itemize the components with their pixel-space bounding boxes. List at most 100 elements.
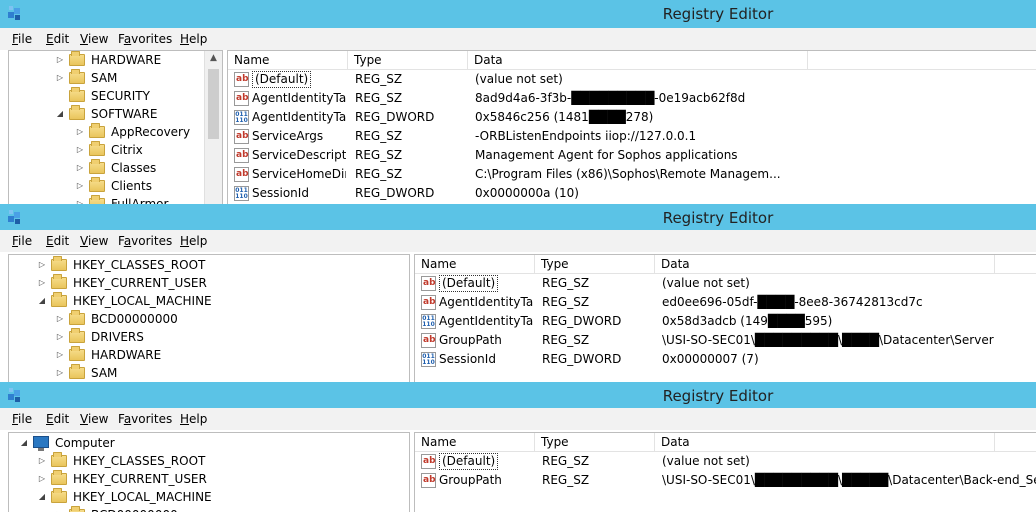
table-row[interactable]: ab GroupPath REG_SZ \USI-SO-SEC01\█████████… (415, 331, 1036, 350)
value-type: REG_SZ (355, 167, 403, 181)
collapsed-arrow-icon[interactable]: ▷ (55, 51, 65, 69)
column-header-name[interactable]: Name (415, 433, 535, 451)
title-bar[interactable]: Registry Editor (0, 204, 1036, 230)
table-row[interactable]: ab GroupPath REG_SZ \USI-SO-SEC01\█████████… (415, 471, 1036, 490)
menu-help[interactable]: Help (180, 234, 207, 248)
collapsed-arrow-icon[interactable]: ▷ (55, 310, 65, 328)
value-data: Management Agent for Sophos applications (475, 148, 738, 162)
menu-help[interactable]: Help (180, 32, 207, 46)
menu-file[interactable]: File (12, 234, 32, 248)
column-header-data[interactable]: Data (655, 255, 995, 273)
values-list[interactable]: Name Type Data ab (Default) REG_SZ (value not … (414, 432, 1036, 512)
value-data: -ORBListenEndpoints iiop://127.0.0.1 (475, 129, 697, 143)
reg-binary-icon: 011 110 (234, 110, 249, 125)
table-row[interactable]: ab (Default) REG_SZ (value not set) (415, 274, 1036, 293)
expanded-arrow-icon[interactable]: ◢ (19, 434, 29, 452)
column-header-name[interactable]: Name (228, 51, 348, 69)
value-name: ServiceDescripti... (252, 148, 346, 162)
folder-icon (89, 159, 105, 174)
value-type: REG_SZ (542, 473, 590, 487)
folder-icon (51, 256, 67, 271)
table-row[interactable]: ab AgentIdentityTag REG_SZ 8ad9d4a6-3f3b-██… (228, 89, 1036, 108)
table-row[interactable]: 011110AgentIdentityTa... REG_DWORD 0x58d3a… (415, 312, 1036, 331)
reg-binary-icon: 011 110 (421, 314, 436, 329)
folder-icon (51, 292, 67, 307)
menu-help[interactable]: Help (180, 412, 207, 426)
value-data: \USI-SO-SEC01\█████████\████\Datacenter\… (662, 333, 994, 347)
table-row[interactable]: ab AgentIdentityTag REG_SZ ed0ee696-05df-██… (415, 293, 1036, 312)
collapsed-arrow-icon[interactable]: ▷ (75, 177, 85, 195)
menu-favorites[interactable]: Favorites (118, 412, 172, 426)
column-header-data[interactable]: Data (655, 433, 995, 451)
column-header-type[interactable]: Type (348, 51, 468, 69)
menu-view[interactable]: View (80, 412, 108, 426)
collapsed-arrow-icon[interactable]: ▷ (75, 195, 85, 204)
tree-node-label: HKEY_CLASSES_ROOT (73, 454, 206, 468)
title-bar[interactable]: Registry Editor (0, 0, 1036, 28)
scroll-up-arrow-icon[interactable]: ▲ (205, 53, 222, 63)
value-name: ServiceHomeDir (252, 167, 346, 181)
expanded-arrow-icon[interactable]: ◢ (37, 292, 47, 310)
collapsed-arrow-icon[interactable]: ▷ (37, 470, 47, 488)
key-tree[interactable]: ▷ HARDWARE ▷ SAM SECURITY ◢ SOFTWARE ▷ AppRecove… (8, 50, 223, 204)
folder-icon (69, 87, 85, 102)
key-tree[interactable]: ◢ Computer ▷ HKEY_CLASSES_ROOT ▷ HKEY_CURRENT… (8, 432, 410, 512)
menu-file[interactable]: File (12, 32, 32, 46)
column-header-type[interactable]: Type (535, 433, 655, 451)
table-row[interactable]: abServiceDescripti... REG_SZ Management Ag… (228, 146, 1036, 165)
collapsed-arrow-icon[interactable]: ▷ (55, 328, 65, 346)
menu-view[interactable]: View (80, 32, 108, 46)
menu-bar: File Edit View Favorites Help (0, 28, 1036, 50)
tree-node-label: AppRecovery (111, 125, 191, 139)
value-name: SessionId (439, 352, 496, 366)
collapsed-arrow-icon[interactable]: ▷ (55, 346, 65, 364)
values-list[interactable]: Name Type Data ab (Default) REG_SZ (value not … (227, 50, 1036, 204)
value-type: REG_DWORD (355, 110, 435, 124)
column-header-data[interactable]: Data (468, 51, 808, 69)
collapsed-arrow-icon[interactable]: ▷ (75, 159, 85, 177)
column-header-type[interactable]: Type (535, 255, 655, 273)
collapsed-arrow-icon[interactable]: ▷ (75, 141, 85, 159)
tree-node-label: SAM (91, 71, 118, 85)
table-row[interactable]: ab ServiceHomeDir REG_SZ C:\Program Files (… (228, 165, 1036, 184)
reg-string-icon: ab (234, 129, 249, 144)
value-type: REG_DWORD (542, 352, 622, 366)
menu-edit[interactable]: Edit (46, 412, 69, 426)
reg-string-icon: ab (234, 91, 249, 106)
tree-scrollbar[interactable]: ▲ (204, 51, 222, 204)
folder-icon (69, 51, 85, 66)
menu-view[interactable]: View (80, 234, 108, 248)
table-row[interactable]: ab (Default) REG_SZ (value not set) (228, 70, 1036, 89)
tree-node-label: Clients (111, 179, 152, 193)
table-row[interactable]: ab (Default) REG_SZ (value not set) (415, 452, 1036, 471)
scrollbar-thumb[interactable] (208, 69, 219, 139)
menu-edit[interactable]: Edit (46, 32, 69, 46)
menu-file[interactable]: File (12, 412, 32, 426)
reg-binary-icon: 011 110 (234, 186, 249, 201)
value-data: 8ad9d4a6-3f3b-█████████-0e19acb62f8d (475, 91, 746, 105)
values-list[interactable]: Name Type Data ab (Default) REG_SZ (value not … (414, 254, 1036, 382)
table-row[interactable]: 011 110 SessionId REG_DWORD 0x00000007 (7) (415, 350, 1036, 369)
collapsed-arrow-icon[interactable]: ▷ (37, 256, 47, 274)
expanded-arrow-icon[interactable]: ◢ (37, 488, 47, 506)
menu-edit[interactable]: Edit (46, 234, 69, 248)
key-tree[interactable]: ▷ HKEY_CLASSES_ROOT ▷ HKEY_CURRENT_USER ◢ HKE… (8, 254, 410, 382)
collapsed-arrow-icon[interactable]: ▷ (55, 364, 65, 382)
tree-node-label: Classes (111, 161, 157, 175)
table-row[interactable]: 011110AgentIdentityTa... REG_DWORD 0x5846c… (228, 108, 1036, 127)
value-data: 0x58d3adcb (149████595) (662, 314, 833, 328)
table-row[interactable]: ab ServiceArgs REG_SZ -ORBListenEndpoints i… (228, 127, 1036, 146)
title-bar[interactable]: Registry Editor (0, 382, 1036, 408)
collapsed-arrow-icon[interactable]: ▷ (37, 274, 47, 292)
menu-favorites[interactable]: Favorites (118, 234, 172, 248)
expanded-arrow-icon[interactable]: ◢ (55, 105, 65, 123)
value-name: SessionId (252, 186, 309, 200)
collapsed-arrow-icon[interactable]: ▷ (55, 506, 65, 512)
reg-string-icon: ab (234, 148, 249, 163)
collapsed-arrow-icon[interactable]: ▷ (37, 452, 47, 470)
column-header-name[interactable]: Name (415, 255, 535, 273)
menu-favorites[interactable]: Favorites (118, 32, 172, 46)
table-row[interactable]: 011 110 SessionId REG_DWORD 0x0000000a (10) (228, 184, 1036, 203)
collapsed-arrow-icon[interactable]: ▷ (75, 123, 85, 141)
collapsed-arrow-icon[interactable]: ▷ (55, 69, 65, 87)
